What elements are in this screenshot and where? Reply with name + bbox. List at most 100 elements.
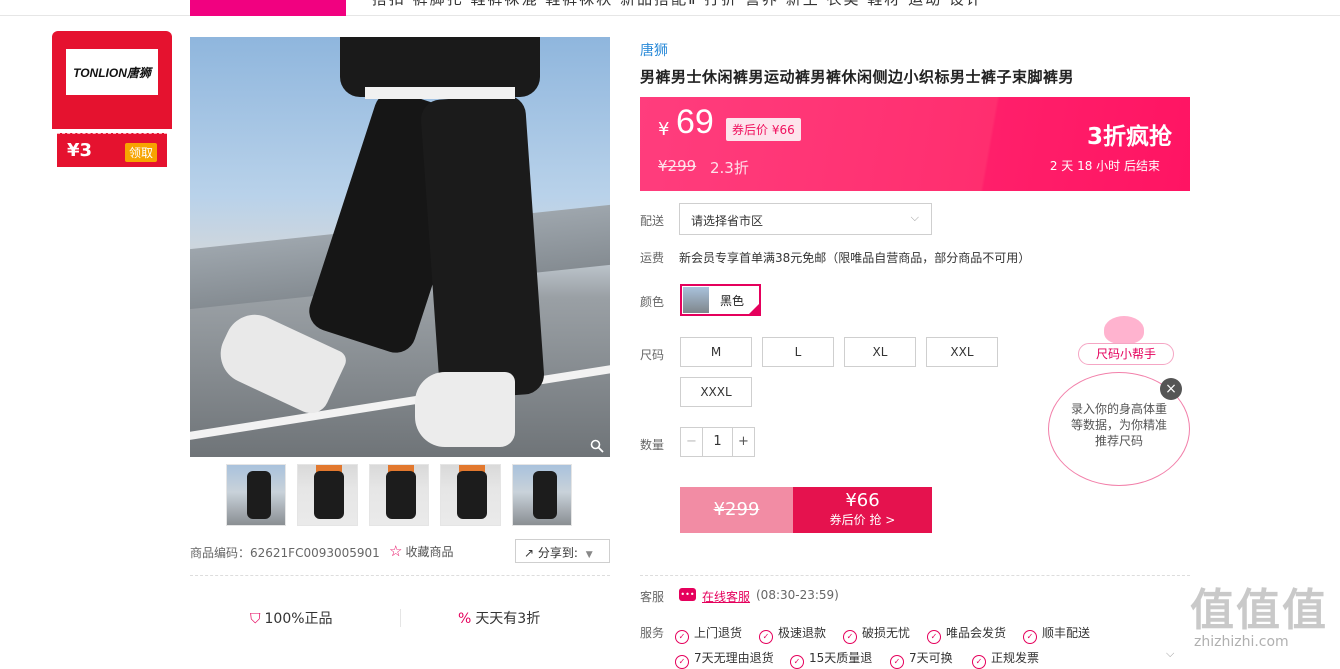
service-item: ✓ 7天可换	[890, 649, 953, 669]
brand-coupon: ¥3 领取	[57, 133, 167, 167]
buy-original-price[interactable]: ¥299	[680, 487, 793, 533]
original-price: ¥299	[658, 157, 697, 175]
daily-discount: % 天天有3折	[458, 608, 540, 628]
price-panel: ¥ 69 券后价 ¥66 ¥299 2.3折 3折疯抢 2 天 18 小时 后结…	[640, 97, 1190, 191]
size-option-xl[interactable]: XL	[844, 337, 916, 367]
quantity-label: 数量	[640, 438, 665, 452]
size-label: 尺码	[640, 348, 665, 362]
service-item: ✓ 正规发票	[972, 649, 1039, 669]
countdown: 2 天 18 小时 后结束	[1049, 159, 1160, 173]
check-circle-icon: ✓	[890, 655, 904, 669]
main-product-image[interactable]	[190, 37, 610, 457]
authentic-guarantee: ⛉ 100%正品	[250, 608, 333, 628]
size-helper-widget[interactable]: 尺码小帮手 录入你的身高体重等数据，为你精准推荐尺码 ×	[1048, 312, 1190, 488]
check-circle-icon: ✓	[972, 655, 986, 669]
size-option-l[interactable]: L	[762, 337, 834, 367]
service-item: ✓ 7天无理由退货	[675, 649, 774, 669]
service-label: 服务	[640, 626, 665, 640]
share-button[interactable]: ↗ 分享到: ▼	[515, 539, 610, 563]
thumbnail-3[interactable]	[368, 464, 430, 526]
flash-sale-label: 3折疯抢	[1086, 124, 1172, 150]
left-divider	[190, 575, 610, 576]
guarantee-separator	[400, 609, 401, 627]
buy-coupon-button[interactable]: ¥66 券后价 抢 >	[793, 487, 932, 533]
region-placeholder: 请选择省市区	[691, 214, 764, 228]
shipping-text: 新会员专享首单满38元免邮（限唯品自营商品，部分商品不可用）	[679, 251, 1031, 265]
brand-coupon-card[interactable]: TONLION唐狮 ¥3 领取	[52, 31, 172, 167]
watermark-url: zhizhizhi.com	[1194, 634, 1289, 650]
brand-link[interactable]: 唐狮	[640, 40, 668, 60]
star-icon: ☆	[389, 542, 403, 560]
delivery-label: 配送	[640, 214, 665, 228]
watermark: 值值值 zhizhizhi.com	[1190, 588, 1340, 666]
selected-check-icon	[747, 302, 761, 316]
zoom-icon[interactable]	[590, 439, 606, 455]
image-pants-right	[419, 93, 546, 401]
thumbnail-strip	[226, 464, 573, 526]
size-helper-tag[interactable]: 尺码小帮手	[1078, 343, 1174, 365]
thumbnail-2[interactable]	[297, 464, 358, 526]
nav-items[interactable]: 搭扣 裤脚扎 鞋裤袜混 鞋裤袜秋 新品搭配Ⅱ 打折 营养 新生 衣类 鞋材 运动…	[372, 0, 1132, 9]
service-hours: (08:30-23:59)	[756, 588, 839, 602]
favorite-button[interactable]: ☆ 收藏商品	[389, 542, 453, 560]
buy-bar: ¥299 ¥66 券后价 抢 >	[680, 487, 932, 533]
check-circle-icon: ✓	[675, 655, 689, 669]
check-circle-icon: ✓	[675, 630, 689, 644]
watermark-logo: 值值值	[1190, 585, 1328, 636]
image-shoe-right	[415, 372, 515, 447]
size-option-xxl[interactable]: XXL	[926, 337, 998, 367]
percent-icon: %	[458, 611, 472, 627]
daily-label: 天天有3折	[475, 611, 541, 627]
check-circle-icon: ✓	[790, 655, 804, 669]
color-label: 颜色	[640, 295, 665, 309]
quantity-value[interactable]: 1	[703, 428, 732, 456]
discount-rate: 2.3折	[710, 159, 749, 177]
color-name: 黑色	[720, 294, 745, 308]
buy-coupon-price: ¥66	[845, 490, 880, 511]
customer-service-label: 客服	[640, 590, 665, 604]
service-item: ✓ 唯品会发货	[927, 624, 1006, 644]
color-swatch	[683, 287, 709, 313]
service-item: ✓ 上门退货	[675, 624, 742, 644]
close-icon[interactable]: ×	[1160, 378, 1182, 400]
thumbnail-5[interactable]	[511, 464, 573, 526]
brand-card-top: TONLION唐狮	[52, 31, 172, 129]
chevron-down-icon: ▼	[585, 550, 593, 560]
chevron-down-icon: ⌵	[910, 211, 919, 224]
coupon-price-badge: 券后价 ¥66	[726, 118, 801, 141]
mascot-icon	[1104, 316, 1144, 344]
top-nav: 搭扣 裤脚扎 鞋裤袜混 鞋裤袜秋 新品搭配Ⅱ 打折 营养 新生 衣类 鞋材 运动…	[0, 0, 1340, 16]
coupon-amount: ¥3	[67, 140, 93, 161]
size-option-m[interactable]: M	[680, 337, 752, 367]
check-circle-icon: ✓	[843, 630, 857, 644]
check-circle-icon: ✓	[927, 630, 941, 644]
product-title: 男裤男士休闲裤男运动裤男裤休闲侧边小织标男士裤子束脚裤男	[640, 68, 1075, 86]
right-divider	[640, 575, 1190, 576]
chat-icon: •••	[679, 588, 696, 601]
guarantee-row: ⛉ 100%正品 % 天天有3折	[190, 605, 610, 631]
service-item: ✓ 极速退款	[759, 624, 826, 644]
quantity-plus-button[interactable]: +	[732, 428, 754, 456]
expand-chevron-icon[interactable]: ⌵	[1166, 647, 1174, 661]
region-select[interactable]: 请选择省市区 ⌵	[679, 203, 932, 235]
thumbnail-1[interactable]	[226, 464, 287, 526]
currency-symbol: ¥	[658, 119, 670, 140]
nav-active-tab[interactable]	[190, 0, 346, 16]
authentic-label: 100%正品	[264, 611, 333, 627]
product-code: 商品编码：62621FC0093005901	[190, 546, 380, 560]
share-label: 分享到:	[537, 546, 578, 560]
quantity-stepper: − 1 +	[680, 427, 755, 457]
thumbnail-4[interactable]	[440, 464, 501, 526]
service-item: ✓ 顺丰配送	[1023, 624, 1090, 644]
image-shirt-hem	[365, 87, 515, 99]
quantity-minus-button[interactable]: −	[681, 428, 703, 456]
brand-logo: TONLION唐狮	[66, 49, 158, 95]
color-option-black[interactable]: 黑色	[680, 284, 761, 316]
get-coupon-button[interactable]: 领取	[124, 143, 157, 162]
size-option-xxxl[interactable]: XXXL	[680, 377, 752, 407]
product-meta-row: 商品编码：62621FC0093005901 ☆ 收藏商品 ↗ 分享到: ▼	[190, 539, 610, 565]
online-service-link[interactable]: 在线客服	[702, 588, 750, 605]
check-circle-icon: ✓	[759, 630, 773, 644]
buy-coupon-action: 券后价 抢 >	[829, 513, 896, 527]
favorite-label: 收藏商品	[405, 545, 454, 559]
